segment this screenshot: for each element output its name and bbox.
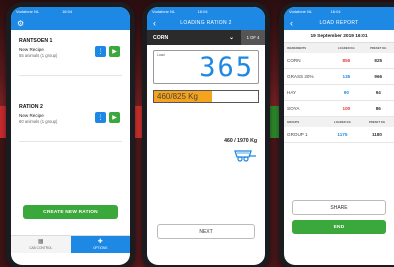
divider (19, 75, 122, 76)
top-bar: ‹ LOAD REPORT (284, 16, 394, 30)
phone-loading: Vodafone NL 16:04 ‹ LOADING RATION 2 COR… (142, 2, 270, 267)
preset-value: 825 (362, 53, 394, 69)
status-time: 16:04 (197, 9, 208, 14)
table-row: CORN 855 825 (284, 53, 394, 69)
options-icon: ✚ (97, 239, 103, 245)
ingredient-name: CORN (153, 34, 169, 41)
preset-value: 1180 (359, 127, 394, 143)
loaded-value: 100 (330, 100, 363, 117)
share-button[interactable]: SHARE (292, 200, 386, 215)
report-date: 19 September 2019 16:01 (284, 30, 394, 43)
page-title: LOAD REPORT (319, 20, 359, 26)
loaded-value: 1175 (324, 127, 360, 143)
ingredients-table: INGREDIENTS LOADED KG PRESET KG CORN 855… (284, 43, 394, 117)
ration-item[interactable]: RANTSOEN 1 New Recipe 55 animals (1 grou… (11, 30, 130, 75)
phone-rations: Vodafone NL 16:04 ⚙ RANTSOEN 1 New Recip… (6, 2, 135, 267)
total-weight: 460 / 1970 Kg (224, 138, 257, 144)
ration-item[interactable]: RATION 2 New Recipe 60 animals (1 group)… (11, 96, 130, 141)
status-time: 16:04 (62, 9, 73, 14)
start-loading-button[interactable]: ▶ (109, 46, 120, 57)
status-bar: Vodafone NL 16:04 (284, 7, 394, 16)
preset-value: 94 (362, 84, 394, 101)
ingredient-name: GRASS 20% (284, 68, 331, 85)
start-loading-button[interactable]: ▶ (109, 112, 120, 123)
group-name: GROUP 1 (284, 127, 325, 143)
play-icon: ▶ (112, 115, 117, 121)
carrier-label: Vodafone NL (16, 9, 40, 14)
tab-bar: ▦ CAB CONTROL ✚ OPTIONS (11, 235, 130, 253)
loading-screen: Vodafone NL 16:04 ‹ LOADING RATION 2 COR… (147, 7, 265, 265)
divider (19, 141, 122, 142)
create-ration-button[interactable]: CREATE NEW RATION (23, 205, 118, 219)
page-title: LOADING RATION 2 (180, 20, 232, 26)
step-indicator: 1 OF 4 (241, 30, 265, 45)
column-header: LOADED KG (330, 43, 363, 53)
status-time: 16:04 (330, 9, 341, 14)
more-vertical-icon: ⋮ (97, 115, 104, 121)
column-header: INGREDIENTS (284, 43, 331, 53)
ingredient-name: HAY (284, 84, 331, 101)
table-row: GRASS 20% 135 966 (284, 68, 394, 85)
ingredient-name: CORN (284, 53, 331, 69)
top-bar: ⚙ (11, 16, 130, 30)
phone-report: Vodafone NL 16:04 ‹ LOAD REPORT 19 Septe… (279, 2, 394, 267)
play-icon: ▶ (112, 49, 117, 55)
preset-value: 86 (362, 100, 394, 117)
top-bar: ‹ LOADING RATION 2 (147, 16, 265, 30)
tab-label: OPTIONS (93, 246, 108, 250)
loaded-value: 90 (330, 84, 363, 101)
more-vertical-icon: ⋮ (97, 49, 104, 55)
tab-cab-control[interactable]: ▦ CAB CONTROL (11, 235, 71, 253)
load-display: Load 365 (153, 50, 259, 84)
ingredient-name: SOYA (284, 100, 331, 117)
status-bar: Vodafone NL 16:04 (147, 7, 265, 16)
more-options-button[interactable]: ⋮ (95, 46, 106, 57)
progress-text: 460/825 Kg (157, 92, 198, 101)
table-row: GROUP 1 1175 1180 (284, 127, 394, 143)
load-progress-bar: 460/825 Kg (153, 90, 259, 103)
column-header: PRESET KG (362, 43, 394, 53)
ration-name: RATION 2 (19, 104, 43, 110)
table-header-row: INGREDIENTS LOADED KG PRESET KG (284, 43, 394, 53)
preset-value: 966 (362, 68, 394, 85)
tab-options[interactable]: ✚ OPTIONS (70, 235, 130, 253)
rations-screen: Vodafone NL 16:04 ⚙ RANTSOEN 1 New Recip… (11, 7, 130, 265)
table-header-row: GROUPS LOADED KG PRESET KG (284, 117, 394, 127)
loaded-value: 135 (330, 68, 363, 85)
end-button[interactable]: END (292, 220, 386, 234)
table-row: HAY 90 94 (284, 84, 394, 101)
chevron-down-icon: ⌄ (229, 35, 235, 41)
column-header: PRESET KG (359, 117, 394, 127)
loaded-value: 855 (330, 53, 363, 69)
carrier-label: Vodafone NL (289, 9, 313, 14)
carrier-label: Vodafone NL (152, 9, 176, 14)
next-button[interactable]: NEXT (157, 224, 255, 239)
grid-icon: ▦ (37, 239, 44, 245)
column-header: GROUPS (284, 117, 325, 127)
more-options-button[interactable]: ⋮ (95, 112, 106, 123)
gear-icon[interactable]: ⚙ (17, 19, 24, 28)
ration-name: RANTSOEN 1 (19, 38, 53, 44)
report-screen: Vodafone NL 16:04 ‹ LOAD REPORT 19 Septe… (284, 7, 394, 265)
column-header: LOADED KG (324, 117, 360, 127)
load-value: 365 (199, 52, 254, 83)
table-row: SOYA 100 86 (284, 100, 394, 117)
ingredient-selector[interactable]: CORN ⌄ 1 OF 4 (147, 30, 265, 45)
trailer-icon (234, 150, 256, 162)
load-label: Load (157, 53, 165, 57)
tab-label: CAB CONTROL (29, 246, 53, 250)
status-bar: Vodafone NL 16:04 (11, 7, 130, 16)
groups-table: GROUPS LOADED KG PRESET KG GROUP 1 1175 … (284, 117, 394, 143)
